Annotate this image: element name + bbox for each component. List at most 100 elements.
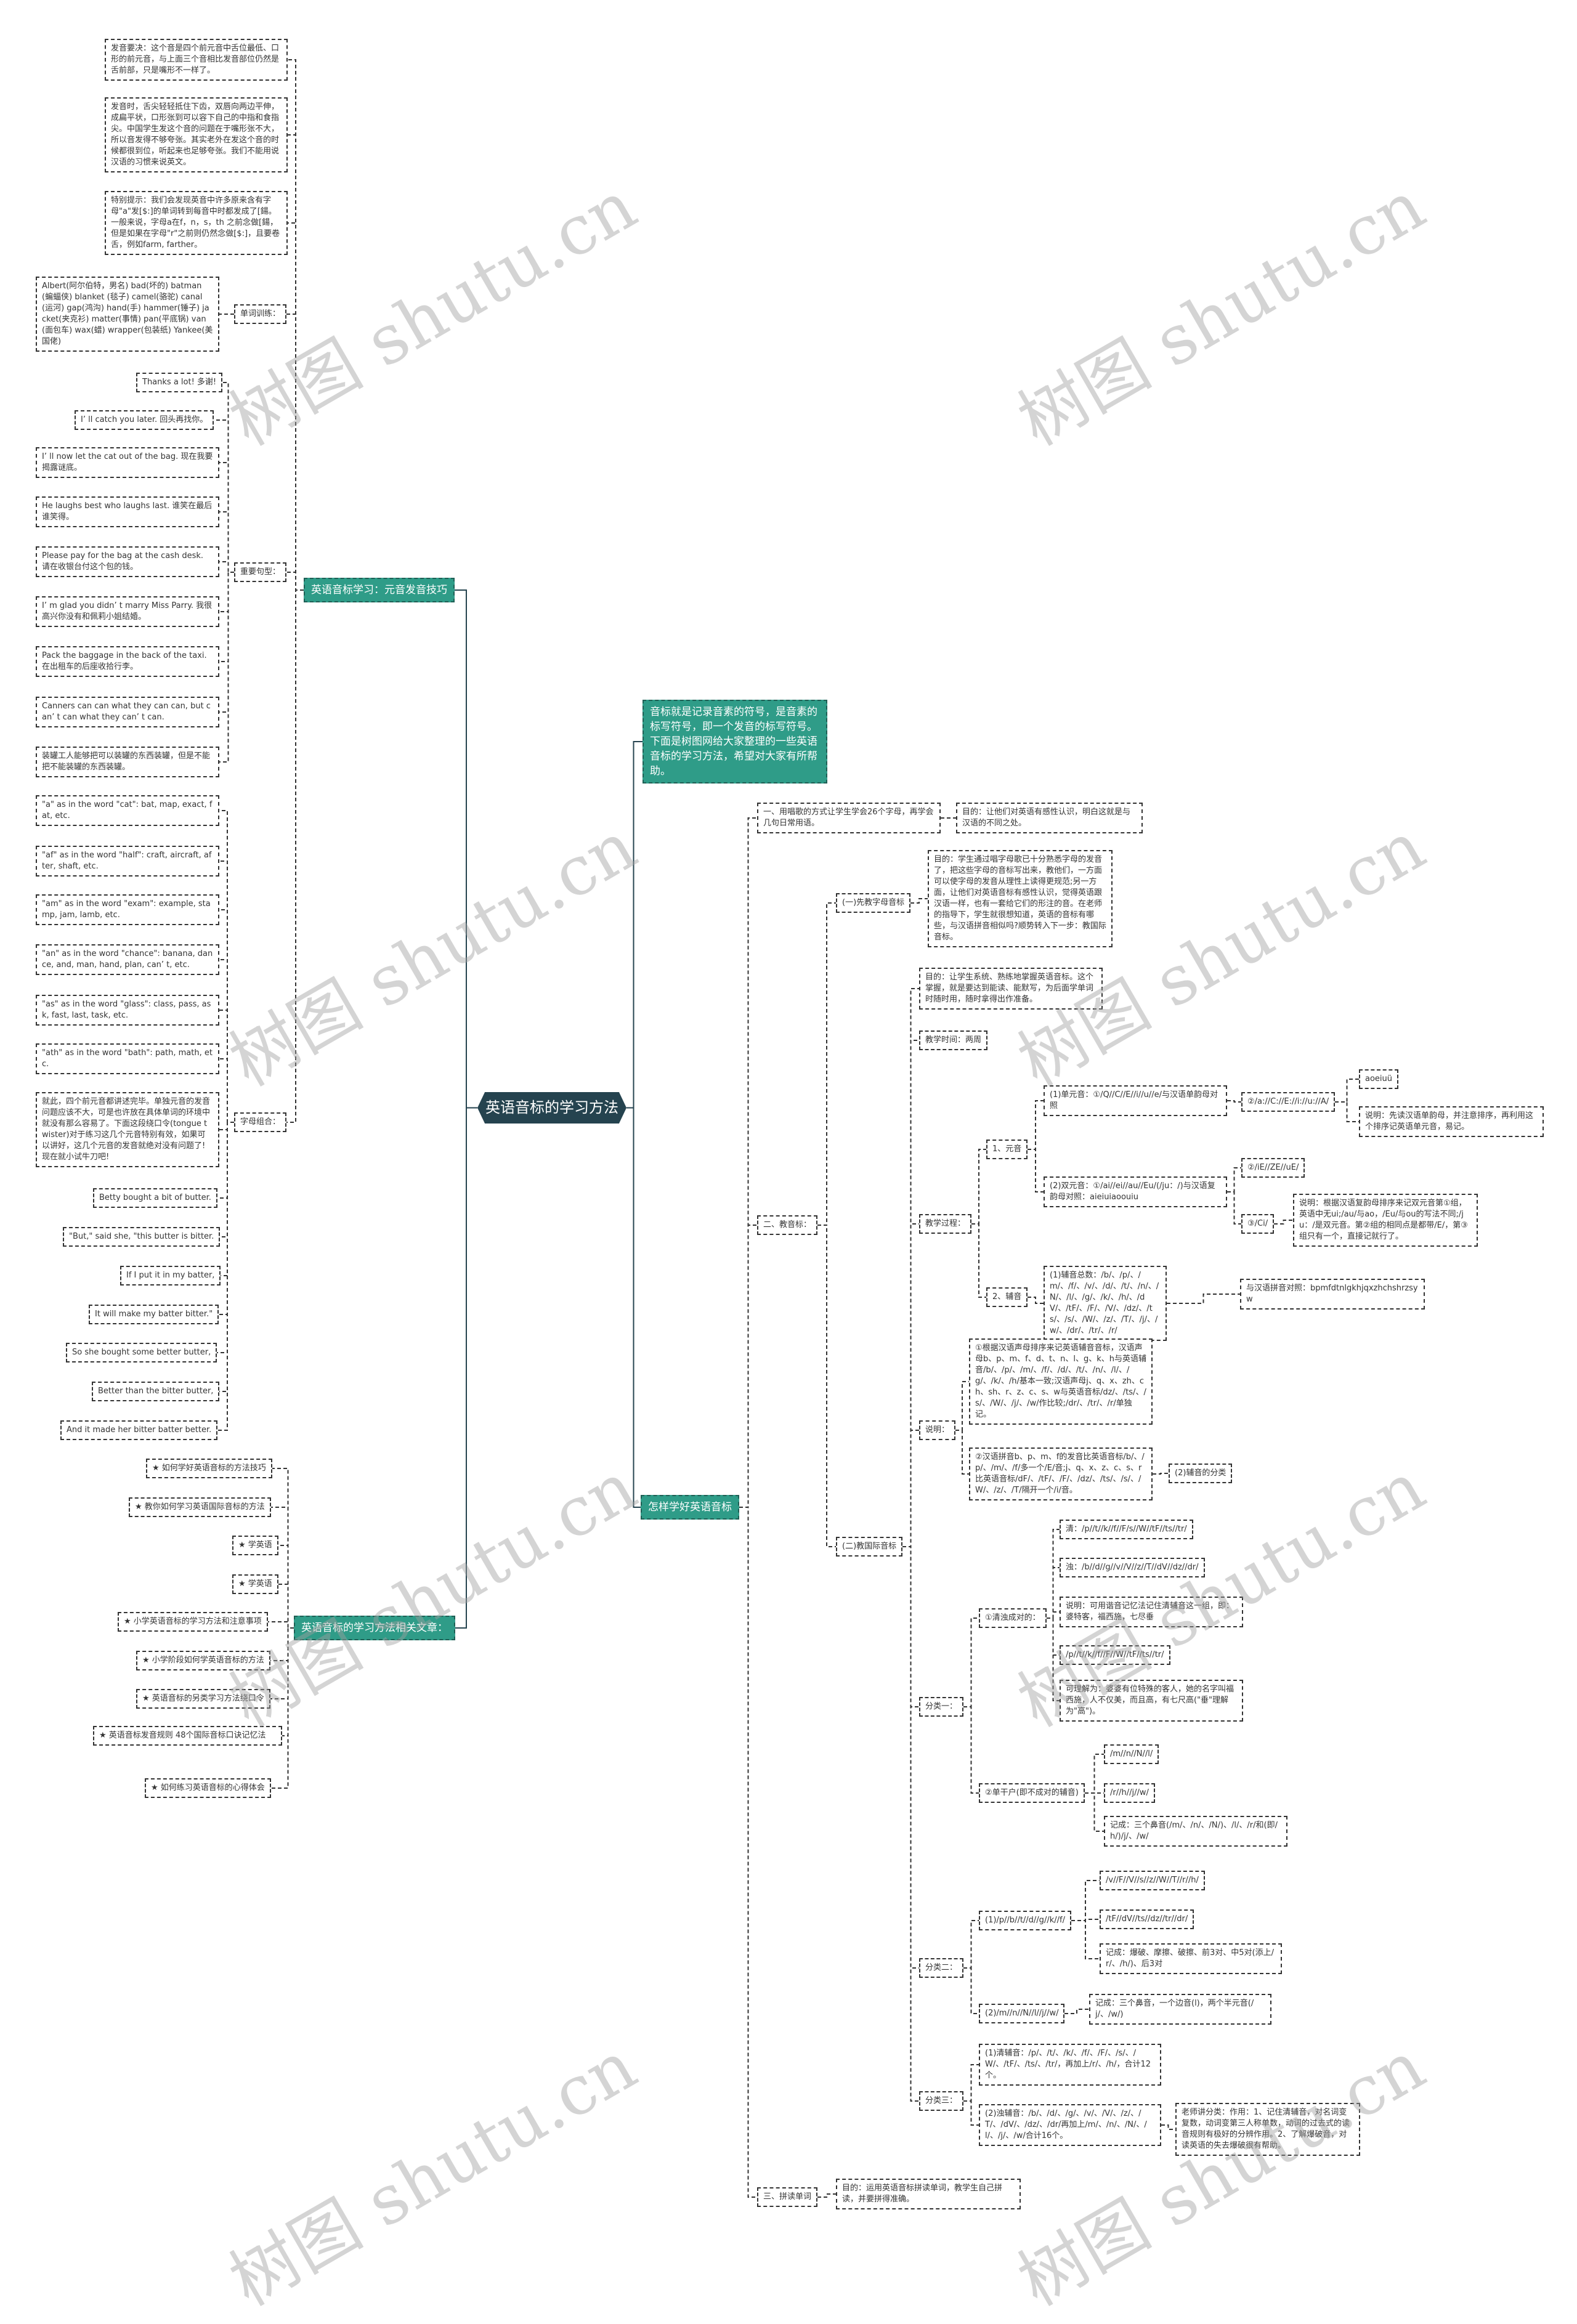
teacher-note[interactable]: 老师讲分类：作用：1、记住清辅音，对名词变复数，动词变第三人称单数，动词的过去式… (1175, 2103, 1360, 2156)
diphthong-note[interactable]: 说明：根据汉语复韵母排序来记双元音第①组，英语中无ui;/au/与ao，/Eu/… (1293, 1194, 1478, 1247)
word-training-node[interactable]: 单词训练： (234, 304, 287, 324)
word-list-node[interactable]: Albert(阿尔伯特，男名) bad(坏的) batman (蝙蝠侠) bla… (36, 277, 219, 352)
pair-item[interactable]: /p//t//k//f//F//W//tF//ts//tr/ (1060, 1645, 1170, 1665)
part-two-purpose[interactable]: 目的：让学生系统、熟练地掌握英语音标。这个掌握，就是要达到能读、能默写，为后面学… (919, 968, 1103, 1010)
connector-g1-g1a (1071, 1880, 1100, 1921)
unpaired-item[interactable]: 记成：三个鼻音(/m/、/n/、/N/)、/l/、/r/和(即/h/)/j/、/… (1104, 1816, 1287, 1847)
branch-related-articles[interactable]: 英语音标的学习方法相关文章： (294, 1616, 455, 1640)
connector-svsub-svs0 (1335, 1079, 1359, 1103)
voiced-voiceless-pairs[interactable]: ①清浊成对的： (979, 1608, 1047, 1628)
single-vowel-note[interactable]: 说明：先读汉语单韵母，并注意排序，再利用这个排序记英语单元音，易记。 (1359, 1106, 1544, 1137)
teaching-process[interactable]: 教学过程： (919, 1214, 972, 1234)
pair-item[interactable]: 浊：/b//d//g//v//V//z//T//dV//dz//dr/ (1060, 1558, 1205, 1577)
consonant-total[interactable]: (1)辅音总数：/b/、/p/、/m/、/f/、/v/、/d/、/t/、/n/、… (1044, 1266, 1167, 1341)
step-three-node[interactable]: 三、拼读单词 (757, 2187, 818, 2207)
classification-three[interactable]: 分类三： (919, 2091, 964, 2111)
consonant-classification[interactable]: (2)辅音的分类 (1169, 1464, 1233, 1483)
single-vowels-node[interactable]: (1)单元音：①/Q//C//E//i//u//e/与汉语单韵母对照 (1044, 1085, 1227, 1116)
consonants-node[interactable]: 2、辅音 (986, 1287, 1028, 1307)
combo-item[interactable]: "ath" as in the word "bath": path, math,… (36, 1043, 219, 1074)
explanation-item[interactable]: ①根据汉语声母排序来记英语辅音音标，汉语声母b、p、m、f、d、t、n、l、g、… (969, 1338, 1153, 1425)
sentence-item[interactable]: Thanks a lot! 多谢! (136, 373, 223, 392)
note-node[interactable]: 发音时，舌尖轻轻抵住下齿，双唇向两边平伸，成扁平状，口形张到可以容下自己的中指和… (105, 97, 288, 172)
tongue-twister-line[interactable]: So she bought some better butter, (66, 1343, 217, 1362)
tongue-twister-line[interactable]: And it made her bitter batter better. (60, 1420, 218, 1440)
connector-art-a3 (278, 1584, 294, 1629)
classification-one[interactable]: 分类一： (919, 1697, 964, 1717)
part-ipa[interactable]: (二)教国际音标 (836, 1537, 903, 1557)
article-link[interactable]: ★ 小学阶段如何学英语音标的方法 (136, 1651, 270, 1670)
step-three-purpose[interactable]: 目的：运用英语音标拼读单词，教学生自己拼读，并要拼得准确。 (836, 2179, 1021, 2209)
article-link[interactable]: ★ 英语音标的另类学习方法绕口令 (136, 1689, 270, 1709)
unpaired-consonants[interactable]: ②单干户(即不成对的辅音) (979, 1783, 1085, 1803)
single-vowels-group-two[interactable]: ②/a://C://E://i://u://A/ (1241, 1092, 1336, 1112)
diphthongs-node[interactable]: (2)双元音：①/ai//ei//au//Eu/(/ju：/)与汉语复韵母对照：… (1044, 1176, 1227, 1207)
voiced-consonants[interactable]: (2)浊辅音：/b/、/d/、/g/、/v/、/V/、/z/、/T/、/dV/、… (979, 2104, 1161, 2146)
sentence-item[interactable]: Canners can can what they can can, but c… (36, 697, 219, 727)
article-link[interactable]: ★ 如何学好英语音标的方法技巧 (146, 1459, 272, 1478)
voiceless-consonants[interactable]: (1)清辅音：/p/、/t/、/k/、/f/、/F/、/s/、/W/、/tF/、… (979, 2044, 1161, 2086)
note-node[interactable]: 特别提示：我们会发现英音中许多原来含有字母"a"发[$:]的单词转到每音中时都发… (105, 191, 288, 255)
class-two-group-two[interactable]: (2)/m//n//N//l//j//w/ (979, 2004, 1065, 2023)
sentence-item[interactable]: I’ m glad you didn’ t marry Miss Parry. … (36, 596, 219, 627)
explanation-item[interactable]: ②汉语拼音b、p、m、f的发音比英语音标/b/、/p/、/m/、/f/多一个/E… (969, 1447, 1153, 1500)
class-two-note[interactable]: 记成：三个鼻音，一个边音(l)，两个半元音(/j/、/w/) (1089, 1994, 1271, 2025)
pair-item[interactable]: 可理解为：婆婆有位特殊的客人，她的名字叫福西施，人不仅美，而且高，有七尺高("垂… (1060, 1680, 1243, 1722)
article-link[interactable]: ★ 教你如何学习英语国际音标的方法 (129, 1497, 271, 1517)
step-two-node[interactable]: 二、教音标： (757, 1215, 818, 1235)
article-link[interactable]: ★ 小学英语音标的学习方法和注意事项 (118, 1612, 268, 1632)
tongue-twister-line[interactable]: "But," said she, "this butter is bitter. (63, 1227, 221, 1247)
pinyin-finals[interactable]: aoeiuü (1359, 1069, 1399, 1089)
unpaired-item[interactable]: /r//h//j//w/ (1104, 1783, 1155, 1803)
part-one-purpose[interactable]: 目的：学生通过唱字母歌已十分熟悉字母的发音了，把这些字母的音标写出来，教他们，一… (928, 850, 1113, 947)
combo-item[interactable]: "an" as in the word "chance": banana, da… (36, 944, 219, 975)
article-link[interactable]: ★ 学英语 (232, 1574, 278, 1594)
tongue-twister-line[interactable]: It will make my batter bitter." (89, 1305, 219, 1324)
sentence-item[interactable]: 装罐工人能够把可以装罐的东西装罐，但是不能把不能装罐的东西装罐。 (36, 747, 219, 777)
article-link[interactable]: ★ 学英语 (232, 1536, 278, 1555)
explanation-node[interactable]: 说明： (919, 1420, 956, 1440)
article-link[interactable]: ★ 如何练习英语音标的心得体会 (145, 1778, 271, 1798)
class-two-item[interactable]: /v//F//V//s//z//W//T//r//h/ (1100, 1871, 1205, 1890)
watermark: 树图 shutu.cn (217, 806, 649, 1101)
pinyin-compare[interactable]: 与汉语拼音对照：bpmfdtnlgkhjqxzhchshrzsyw (1240, 1279, 1425, 1310)
unpaired-item[interactable]: /m//n//N//l/ (1104, 1744, 1159, 1764)
sentence-item[interactable]: I’ ll now let the cat out of the bag. 现在… (36, 447, 219, 478)
sentence-item[interactable]: Pack the baggage in the back of the taxi… (36, 646, 219, 677)
connector-pairs-pr0 (1047, 1529, 1060, 1619)
intro-node[interactable]: 音标就是记录音素的符号，是音素的标写符号，即一个发音的标写符号。下面是树图网给大… (643, 700, 827, 783)
sentence-item[interactable]: Please pay for the bag at the cash desk.… (36, 546, 219, 577)
part-letter-phonetics[interactable]: (一)先教字母音标 (836, 893, 911, 913)
combo-item[interactable]: "am" as in the word "exam": example, sta… (36, 894, 219, 925)
connector-sent-s6 (219, 572, 234, 662)
class-two-item[interactable]: /tF//dV//ts//dz//tr//dr/ (1100, 1909, 1194, 1929)
central-topic[interactable]: 英语音标的学习方法 (477, 1092, 626, 1124)
vowels-node[interactable]: 1、元音 (986, 1140, 1028, 1159)
pair-item[interactable]: 说明：可用谐音记忆法记住清辅音这一组，即：婆特客，福西施，七尽垂 (1060, 1597, 1243, 1627)
combo-item[interactable]: 就此，四个前元音都讲述完毕。单独元音的发音问题应该不大，可是也许放在具体单词的环… (36, 1092, 219, 1167)
class-two-item[interactable]: 记成：爆破、摩擦、破擦、前3对、中5对(添上/r/、/h/)、后3对 (1100, 1943, 1282, 1974)
tongue-twister-line[interactable]: Better than the bitter butter, (92, 1382, 220, 1401)
combo-item[interactable]: "a" as in the word "cat": bat, map, exac… (36, 795, 219, 826)
branch-how-to-learn[interactable]: 怎样学好英语音标 (641, 1495, 739, 1520)
class-two-group-one[interactable]: (1)/p//b//t//d//g//k//f/ (979, 1911, 1071, 1930)
article-link[interactable]: ★ 英语音标发音规则 48个国际音标口诀记忆法 (93, 1726, 282, 1746)
pair-item[interactable]: 清：/p//t//k//f//F/s//W//tF//ts//tr/ (1060, 1520, 1193, 1539)
teaching-time[interactable]: 教学时间：两周 (919, 1030, 988, 1050)
letter-combos-node[interactable]: 字母组合： (234, 1112, 287, 1132)
tongue-twister-line[interactable]: Betty bought a bit of butter. (93, 1188, 217, 1208)
classification-two[interactable]: 分类二： (919, 1958, 964, 1978)
connector-st2-p1 (817, 902, 836, 1226)
diphthong-group[interactable]: ③/Ci/ (1241, 1214, 1275, 1234)
tongue-twister-line[interactable]: If I put it in my batter, (120, 1266, 221, 1285)
diphthong-group[interactable]: ②/iE//ZE//uE/ (1241, 1158, 1305, 1178)
step-one-node[interactable]: 一、用唱歌的方式让学生学会26个字母，再学会几句日常用语。 (757, 803, 941, 833)
combo-item[interactable]: "as" as in the word "glass": class, pass… (36, 995, 219, 1026)
note-node[interactable]: 发音要决：这个音是四个前元音中舌位最低、口形的前元音，与上面三个音相比发音部位仍… (105, 39, 288, 81)
branch-vowel-tips[interactable]: 英语音标学习：元音发音技巧 (304, 578, 455, 602)
step-one-purpose[interactable]: 目的：让他们对英语有感性认识，明白这就是与汉语的不同之处。 (956, 803, 1143, 833)
sentence-patterns-node[interactable]: 重要句型： (234, 562, 287, 582)
sentence-item[interactable]: He laughs best who laughs last. 谁笑在最后谁笑得… (36, 496, 219, 527)
combo-item[interactable]: "af" as in the word "half": craft, aircr… (36, 846, 219, 877)
sentence-item[interactable]: I’ ll catch you later. 回头再找你。 (75, 410, 214, 430)
